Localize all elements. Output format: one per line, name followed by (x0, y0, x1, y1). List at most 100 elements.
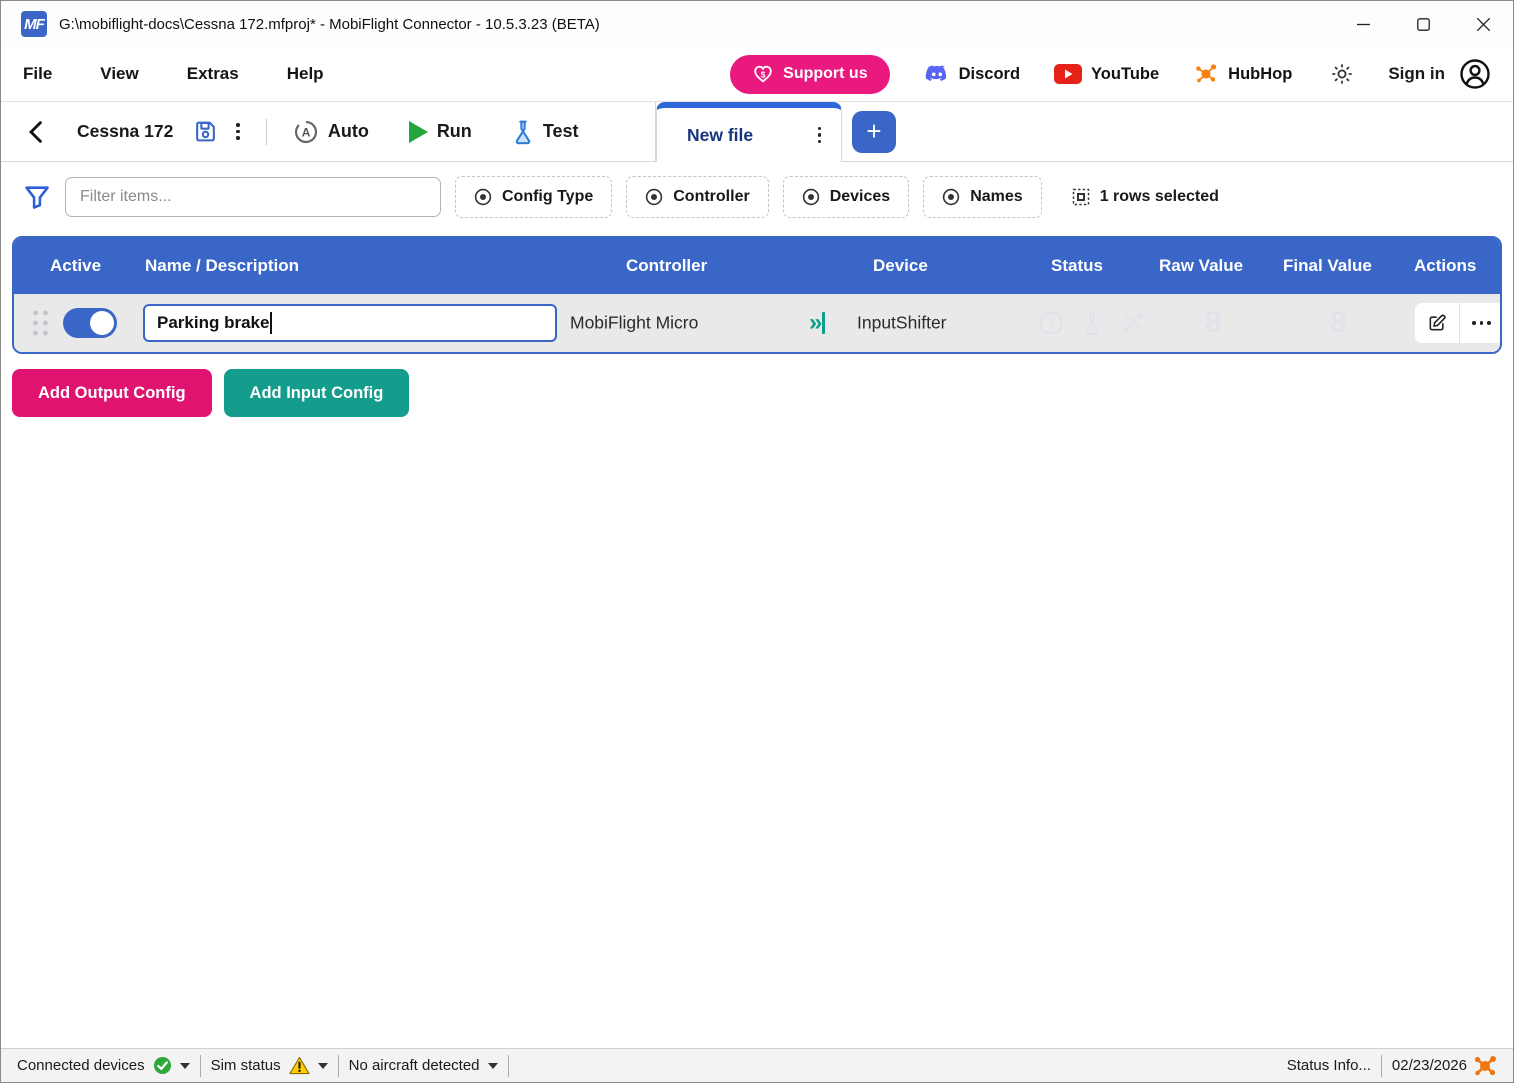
filter-config-type-button[interactable]: Config Type (455, 176, 612, 218)
hubhop-status-icon (1473, 1054, 1497, 1078)
sim-warning-icon (289, 1056, 310, 1075)
hubhop-link[interactable]: HubHop (1193, 61, 1292, 87)
run-button[interactable]: Run (401, 121, 480, 143)
config-table: Active Name / Description Controller Dev… (12, 236, 1502, 354)
discord-icon (924, 61, 950, 87)
discord-link[interactable]: Discord (924, 61, 1020, 87)
maximize-button[interactable] (1393, 1, 1453, 47)
minimize-button[interactable] (1333, 1, 1393, 47)
run-play-icon (409, 121, 428, 143)
tab-label: New file (687, 125, 753, 146)
row-actions (1415, 303, 1502, 343)
sign-in-button[interactable]: Sign in (1388, 58, 1491, 90)
column-device: Device (873, 256, 928, 276)
svg-text:A: A (302, 125, 311, 139)
back-chevron-icon (29, 121, 43, 143)
edit-pencil-icon (1427, 313, 1447, 333)
column-name: Name / Description (145, 256, 299, 276)
status-error-icon (1038, 310, 1064, 336)
table-row[interactable]: Parking brake MobiFlight Micro » InputSh… (14, 294, 1500, 352)
menu-bar: File View Extras Help $ Support us Disco… (1, 47, 1513, 102)
active-toggle[interactable] (63, 308, 117, 338)
circle-dot-icon (802, 188, 820, 206)
status-info-link[interactable]: Status Info... (1277, 1049, 1381, 1082)
row-final-value: 8 (1330, 306, 1347, 340)
project-name: Cessna 172 (77, 121, 173, 142)
chevron-down-icon (488, 1063, 498, 1069)
close-button[interactable] (1453, 1, 1513, 47)
row-more-button[interactable] (1459, 303, 1502, 343)
auto-icon: A (293, 119, 319, 145)
toolbar-divider (266, 119, 267, 145)
back-button[interactable] (23, 117, 49, 147)
aircraft-status-dropdown[interactable]: No aircraft detected (339, 1049, 508, 1082)
filter-funnel-icon (23, 183, 51, 211)
menu-view[interactable]: View (100, 64, 138, 84)
filter-devices-button[interactable]: Devices (783, 176, 910, 218)
save-icon (193, 119, 218, 144)
status-bar: Connected devices Sim status No aircraft… (1, 1048, 1513, 1082)
sun-icon (1330, 62, 1354, 86)
project-menu-button[interactable] (228, 119, 248, 144)
circle-dot-icon (474, 188, 492, 206)
column-raw-value: Raw Value (1159, 256, 1243, 276)
connected-ok-icon (153, 1056, 172, 1075)
svg-text:$: $ (761, 71, 766, 80)
tab-menu-button[interactable] (812, 123, 828, 148)
hubhop-icon (1193, 61, 1219, 87)
support-us-button[interactable]: $ Support us (730, 55, 889, 94)
close-icon (1477, 18, 1490, 31)
circle-dot-icon (942, 188, 960, 206)
minimize-icon (1357, 18, 1370, 31)
rows-selected-status: 1 rows selected (1072, 188, 1219, 206)
title-bar: MF G:\mobiflight-docs\Cessna 172.mfproj*… (1, 1, 1513, 47)
filter-controller-button[interactable]: Controller (626, 176, 768, 218)
save-button[interactable] (193, 119, 218, 144)
drag-handle[interactable] (33, 311, 48, 336)
circle-dot-icon (645, 188, 663, 206)
chevron-down-icon (318, 1063, 328, 1069)
column-controller: Controller (626, 256, 707, 276)
statusbar-divider (508, 1055, 509, 1077)
filter-names-button[interactable]: Names (923, 176, 1041, 218)
sim-status-dropdown[interactable]: Sim status (201, 1049, 338, 1082)
text-caret (270, 312, 272, 334)
ellipsis-icon (1472, 321, 1490, 325)
youtube-link[interactable]: YouTube (1054, 63, 1159, 85)
test-button[interactable]: Test (504, 119, 587, 145)
tab-toolbar-row: Cessna 172 A Auto Run Test (1, 102, 1513, 162)
window-title: G:\mobiflight-docs\Cessna 172.mfproj* - … (59, 16, 600, 33)
chevron-down-icon (180, 1063, 190, 1069)
heart-dollar-icon: $ (752, 63, 774, 85)
column-active: Active (50, 256, 101, 276)
name-description-input[interactable]: Parking brake (143, 304, 557, 342)
name-input-value: Parking brake (157, 313, 269, 333)
menu-file[interactable]: File (23, 64, 52, 84)
theme-toggle-button[interactable] (1330, 62, 1354, 86)
add-output-config-button[interactable]: Add Output Config (12, 369, 212, 417)
connected-devices-dropdown[interactable]: Connected devices (7, 1049, 200, 1082)
account-icon (1459, 58, 1491, 90)
edit-row-button[interactable] (1415, 303, 1459, 343)
menu-help[interactable]: Help (287, 64, 324, 84)
add-config-row: Add Output Config Add Input Config (12, 369, 1502, 417)
add-input-config-button[interactable]: Add Input Config (224, 369, 410, 417)
column-actions: Actions (1414, 256, 1476, 276)
add-tab-button[interactable]: + (852, 111, 896, 153)
column-status: Status (1051, 256, 1103, 276)
date-display: 02/23/2026 (1382, 1049, 1507, 1082)
auto-toggle[interactable]: A Auto (285, 119, 377, 145)
status-precondition-icon (1120, 310, 1146, 336)
filter-items-input[interactable] (65, 177, 441, 217)
test-flask-icon (512, 119, 534, 145)
filter-row: Config Type Controller Devices Names 1 r… (1, 162, 1513, 232)
selection-icon (1072, 188, 1090, 206)
menu-extras[interactable]: Extras (187, 64, 239, 84)
youtube-icon (1054, 63, 1082, 85)
row-raw-value: 8 (1205, 306, 1222, 340)
maximize-icon (1417, 18, 1430, 31)
status-test-icon (1080, 310, 1104, 336)
app-logo-icon: MF (21, 11, 47, 37)
row-device: InputShifter (857, 313, 947, 334)
tab-new-file[interactable]: New file (656, 102, 842, 162)
